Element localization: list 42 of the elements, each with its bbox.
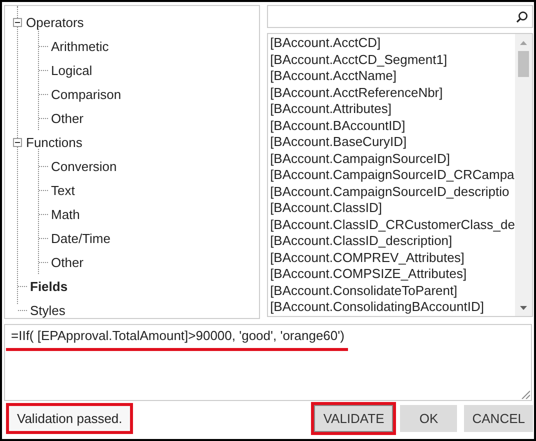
collapse-icon[interactable] [13,18,22,26]
dialog-button[interactable]: OK [400,405,458,432]
dialog-button[interactable]: VALIDATE [314,405,394,432]
list-item[interactable]: [BAccount.AcctReferenceNbr] [270,84,515,101]
expression-text: =IIf( [EPApproval.TotalAmount]>90000, 'good', 'orange60') [6,328,348,351]
resize-grip-icon[interactable] [521,390,530,399]
list-item[interactable]: [BAccount.COMPREV_Attributes] [270,250,515,266]
tree-item[interactable]: Comparison [50,86,122,102]
tree-item[interactable]: Operators [25,14,85,30]
tree-item[interactable]: Logical [50,62,94,78]
tree-item[interactable]: Styles [29,302,66,318]
list-item[interactable]: [BAccount.Attributes] [270,101,515,118]
expression-field[interactable]: =IIf( [EPApproval.TotalAmount]>90000, 'good', 'orange60') [4,324,532,401]
list-item[interactable]: [BAccount.ConsolidatingBAccountID] [270,299,515,316]
list-item[interactable]: [BAccount.ClassID_CRCustomerClass_de [270,216,515,233]
list-item[interactable]: [BAccount.CampaignSourceID] [270,150,515,167]
tree-item[interactable]: Fields [29,278,69,294]
list-item[interactable]: [BAccount.AcctCD_Segment1] [270,52,515,68]
tree-item[interactable]: Math [50,206,81,222]
list-item[interactable]: [BAccount.AcctCD] [270,35,515,52]
list-item[interactable]: [BAccount.ConsolidateToParent] [270,282,515,299]
list-item[interactable]: [BAccount.ClassID_description] [270,233,515,250]
tree-item[interactable]: Functions [25,134,84,150]
tree-item[interactable]: Other [50,254,85,270]
list-item[interactable]: [BAccount.CampaignSourceID_CRCampa [270,167,515,184]
list-item[interactable]: [BAccount.CampaignSourceID_descriptio [270,184,515,200]
list-item[interactable]: [BAccount.COMPSIZE_Attributes] [270,266,515,282]
list-item[interactable]: [BAccount.BAccountID] [270,118,515,134]
collapse-icon[interactable] [13,138,22,146]
search-field[interactable] [267,5,533,28]
list-item[interactable]: [BAccount.BaseCuryID] [270,134,515,150]
list-item[interactable]: [BAccount.ClassID] [270,200,515,216]
scrollbar[interactable] [515,34,532,316]
search-icon[interactable] [516,10,528,22]
tree-item[interactable]: Other [50,110,85,126]
tree-item[interactable]: Text [50,182,76,198]
list-item[interactable]: [BAccount.AcctName] [270,68,515,84]
status-message: Validation passed. [6,403,134,434]
tree-item[interactable]: Conversion [50,158,118,174]
tree-item[interactable]: Arithmetic [50,38,110,54]
tree-item[interactable]: Date/Time [50,230,112,246]
dialog-button[interactable]: CANCEL [464,405,533,432]
